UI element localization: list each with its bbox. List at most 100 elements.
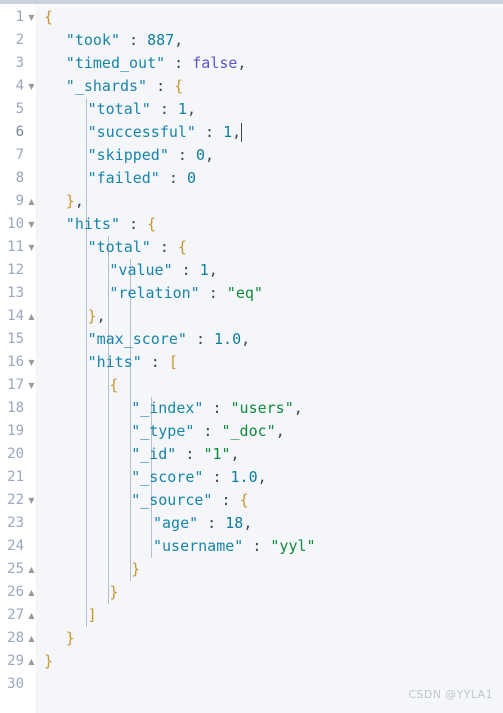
token-k: "total" (87, 100, 151, 118)
code-text[interactable]: "failed" : 0 (88, 167, 196, 190)
code-text[interactable]: "username" : "yyl" (153, 535, 316, 558)
code-text[interactable]: "_id" : "1", (131, 443, 239, 466)
token-k: "_shards" (65, 77, 148, 95)
code-text[interactable]: "total" : { (88, 236, 187, 259)
line-number[interactable]: 28 (0, 627, 24, 650)
line-number[interactable]: 27 (0, 604, 24, 627)
code-text[interactable]: "took" : 887, (66, 29, 183, 52)
fold-expand-icon[interactable]: ▲ (27, 581, 36, 604)
token-br: { (44, 8, 54, 26)
line-number[interactable]: 13 (0, 282, 24, 305)
line-number[interactable]: 9 (0, 190, 24, 213)
line-number[interactable]: 7 (0, 144, 24, 167)
code-editor[interactable]: 1 ▼{2 "took" : 887, 3 "timed_out" : false, 4 ▼… (0, 0, 503, 713)
line-number[interactable]: 15 (0, 328, 24, 351)
line-number[interactable]: 22 (0, 489, 24, 512)
code-text[interactable]: } (44, 650, 53, 673)
code-text[interactable]: }, (88, 305, 106, 328)
token-num: 1 (223, 123, 233, 141)
code-text[interactable]: "max_score" : 1.0, (88, 328, 251, 351)
token-k: "total" (87, 238, 151, 256)
code-text[interactable]: } (131, 558, 140, 581)
line-number[interactable]: 11 (0, 236, 24, 259)
line-number[interactable]: 19 (0, 420, 24, 443)
code-text[interactable]: "relation" : "eq" (109, 282, 263, 305)
gutter-divider (36, 4, 37, 713)
line-number[interactable]: 26 (0, 581, 24, 604)
fold-expand-icon[interactable]: ▲ (27, 558, 36, 581)
fold-collapse-icon[interactable]: ▼ (27, 75, 36, 98)
code-text[interactable]: "skipped" : 0, (88, 144, 214, 167)
code-text[interactable]: { (44, 6, 53, 29)
fold-collapse-icon[interactable]: ▼ (27, 489, 36, 512)
token-num: 0 (186, 169, 196, 187)
token-k: "_index" (131, 399, 204, 417)
token-str: "_doc" (221, 422, 276, 440)
fold-collapse-icon[interactable]: ▼ (27, 6, 36, 29)
line-number[interactable]: 18 (0, 397, 24, 420)
line-number[interactable]: 30 (0, 673, 24, 696)
watermark-label: CSDN @YYLA1 (408, 688, 493, 701)
line-number[interactable]: 20 (0, 443, 24, 466)
token-p: : (165, 54, 193, 72)
token-br: } (65, 192, 75, 210)
fold-expand-icon[interactable]: ▲ (27, 190, 36, 213)
token-num: 1.0 (230, 468, 258, 486)
code-text[interactable]: "value" : 1, (109, 259, 217, 282)
token-br: ] (87, 606, 97, 624)
fold-expand-icon[interactable]: ▲ (27, 305, 36, 328)
code-text[interactable]: } (109, 581, 118, 604)
line-number[interactable]: 21 (0, 466, 24, 489)
code-text[interactable]: } (66, 627, 75, 650)
token-p: : (212, 491, 240, 509)
token-p: : (119, 31, 148, 49)
token-br: { (109, 376, 119, 394)
fold-collapse-icon[interactable]: ▼ (27, 236, 36, 259)
fold-collapse-icon[interactable]: ▼ (27, 351, 36, 374)
token-p: , (186, 100, 196, 118)
line-number[interactable]: 14 (0, 305, 24, 328)
code-text[interactable]: }, (66, 190, 84, 213)
fold-collapse-icon[interactable]: ▼ (27, 213, 36, 236)
line-number[interactable]: 1 (0, 6, 24, 29)
token-num: 1 (199, 261, 209, 279)
code-text[interactable]: ] (88, 604, 97, 627)
token-num: 1.0 (214, 330, 242, 348)
line-number[interactable]: 25 (0, 558, 24, 581)
token-p: : (119, 215, 148, 233)
line-number[interactable]: 12 (0, 259, 24, 282)
token-k: "timed_out" (65, 54, 166, 72)
token-br: } (65, 629, 75, 647)
token-num: 1 (177, 100, 187, 118)
code-text[interactable]: "_index" : "users", (131, 397, 303, 420)
code-text[interactable]: "total" : 1, (88, 98, 196, 121)
fold-collapse-icon[interactable]: ▼ (27, 374, 36, 397)
token-br: { (147, 215, 157, 233)
code-text[interactable]: "_source" : { (131, 489, 248, 512)
code-text[interactable]: "age" : 18, (153, 512, 252, 535)
line-number[interactable]: 5 (0, 98, 24, 121)
fold-expand-icon[interactable]: ▲ (27, 650, 36, 673)
fold-expand-icon[interactable]: ▲ (27, 604, 36, 627)
code-text[interactable]: { (109, 374, 118, 397)
line-number[interactable]: 17 (0, 374, 24, 397)
code-text[interactable]: "_score" : 1.0, (131, 466, 266, 489)
line-number[interactable]: 23 (0, 512, 24, 535)
line-number[interactable]: 6 (0, 121, 24, 144)
code-text[interactable]: "_shards" : { (66, 75, 183, 98)
line-number[interactable]: 10 (0, 213, 24, 236)
line-number[interactable]: 16 (0, 351, 24, 374)
line-number[interactable]: 3 (0, 52, 24, 75)
code-text[interactable]: "timed_out" : false, (66, 52, 247, 75)
line-number[interactable]: 8 (0, 167, 24, 190)
fold-expand-icon[interactable]: ▲ (27, 627, 36, 650)
code-text[interactable]: "hits" : { (66, 213, 156, 236)
line-number[interactable]: 2 (0, 29, 24, 52)
code-text[interactable]: "successful" : 1, (88, 121, 242, 144)
token-p: : (199, 284, 227, 302)
line-number[interactable]: 4 (0, 75, 24, 98)
code-text[interactable]: "hits" : [ (88, 351, 178, 374)
line-number[interactable]: 24 (0, 535, 24, 558)
line-number[interactable]: 29 (0, 650, 24, 673)
code-text[interactable]: "_type" : "_doc", (131, 420, 285, 443)
